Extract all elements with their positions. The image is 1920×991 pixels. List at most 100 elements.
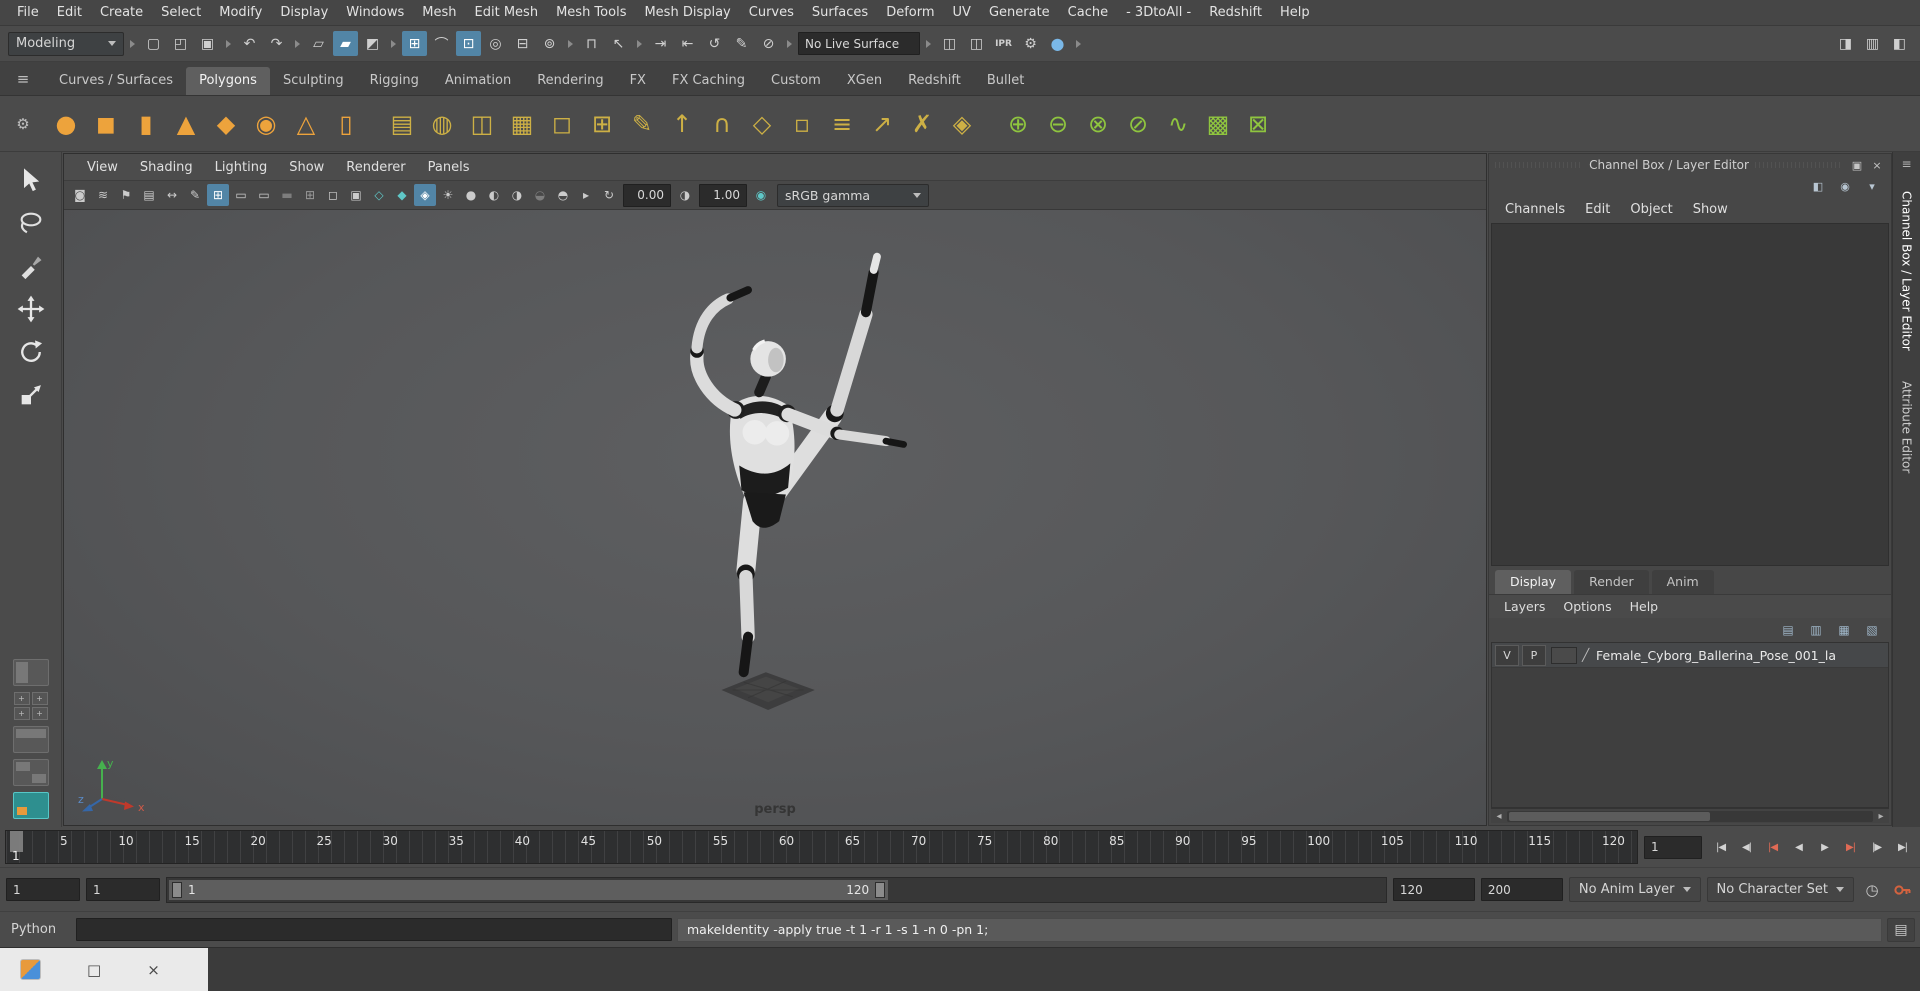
exposure-field[interactable] — [623, 183, 671, 207]
shelf-tab[interactable]: Redshift — [895, 67, 974, 95]
group-separator[interactable] — [784, 30, 795, 58]
insert-edge-loop-icon[interactable]: ≡ — [822, 103, 862, 145]
use-all-lights-icon[interactable]: ☀ — [437, 184, 459, 206]
menu-item[interactable]: - 3DtoAll - — [1117, 2, 1200, 23]
bookmarks-icon[interactable]: ⚑ — [115, 184, 137, 206]
playback-start-field[interactable] — [86, 878, 160, 901]
menu-item[interactable]: Mesh — [413, 2, 465, 23]
play-forwards-button[interactable]: ▶ — [1812, 834, 1837, 860]
shelf-tab[interactable]: Bullet — [974, 67, 1037, 95]
empty-layer-icon[interactable]: ▥ — [1807, 621, 1825, 639]
anim-layer-dropdown[interactable]: No Anim Layer — [1568, 877, 1701, 902]
channel-box-titlebar[interactable]: Channel Box / Layer Editor ▣ × — [1489, 154, 1891, 176]
poly-cylinder-icon[interactable]: ▮ — [126, 103, 166, 145]
menu-item[interactable]: Deform — [877, 2, 943, 23]
input-connections-icon[interactable]: ⇥ — [648, 31, 673, 56]
layout-three-pane-button[interactable] — [12, 726, 49, 753]
toggle-attribute-editor-icon[interactable]: ◧ — [1887, 31, 1912, 56]
new-scene-icon[interactable]: ▢ — [141, 31, 166, 56]
move-selected-to-layer-icon[interactable]: ▤ — [1779, 621, 1797, 639]
xray-icon[interactable]: ◓ — [552, 184, 574, 206]
delete-edge-icon[interactable]: ✗ — [902, 103, 942, 145]
menu-item[interactable]: Windows — [337, 2, 413, 23]
poly-pipe-icon[interactable]: ▯ — [326, 103, 366, 145]
group-separator[interactable] — [292, 30, 303, 58]
render-current-frame-icon[interactable]: ◫ — [937, 31, 962, 56]
exposure-icon[interactable]: ↻ — [598, 184, 620, 206]
channel-box-menu-item[interactable]: Channels — [1495, 200, 1575, 219]
boolean-slice-icon[interactable]: ⊘ — [1118, 103, 1158, 145]
viewport-menu-item[interactable]: Panels — [417, 158, 481, 177]
snap-to-points-icon[interactable]: ⊡ — [456, 31, 481, 56]
resolution-gate-icon[interactable]: ▭ — [253, 184, 275, 206]
extrude-icon[interactable]: ↑ — [662, 103, 702, 145]
window-restore-button[interactable]: □ — [87, 961, 101, 979]
shelf-tab[interactable]: Sculpting — [270, 67, 357, 95]
shelf-tab[interactable]: XGen — [834, 67, 895, 95]
panel-drag-grip[interactable] — [1495, 162, 1584, 168]
separate-icon[interactable]: ◈ — [942, 103, 982, 145]
animation-preferences-icon[interactable]: ◷ — [1860, 878, 1884, 902]
channel-box-menu-item[interactable]: Show — [1683, 200, 1738, 219]
scroll-left-icon[interactable]: ◂ — [1491, 811, 1507, 822]
shelf-tab[interactable]: Rigging — [357, 67, 432, 95]
gate-mask-icon[interactable]: ▬ — [276, 184, 298, 206]
scale-tool-button[interactable] — [9, 373, 53, 416]
image-plane-icon[interactable]: ▤ — [138, 184, 160, 206]
layer-options-icon[interactable]: ▧ — [1863, 621, 1881, 639]
gamma-field[interactable] — [699, 183, 747, 207]
layout-two-pane-button[interactable] — [12, 659, 49, 686]
layer-editor-menu-item[interactable]: Help — [1621, 597, 1668, 616]
layer-editor-menu-item[interactable]: Options — [1554, 597, 1620, 616]
lasso-tool-button[interactable] — [9, 201, 53, 244]
viewport-menu-item[interactable]: View — [76, 158, 129, 177]
shelf-menu-icon[interactable]: ≡ — [0, 62, 46, 95]
gamma-icon[interactable]: ◉ — [750, 184, 772, 206]
poly-pyramid-icon[interactable]: △ — [286, 103, 326, 145]
sidebar-panel-tab[interactable]: Channel Box / Layer Editor — [1899, 183, 1915, 359]
menu-item[interactable]: Curves — [740, 2, 803, 23]
group-separator[interactable] — [634, 30, 645, 58]
boolean-difference-icon[interactable]: ⊖ — [1038, 103, 1078, 145]
taskbar-app-icon[interactable] — [20, 959, 41, 980]
layer-visibility-toggle[interactable]: V — [1495, 644, 1519, 666]
range-slider-handle[interactable]: 1 120 — [169, 879, 889, 900]
sidebar-panel-tab[interactable]: Attribute Editor — [1899, 373, 1915, 481]
wireframe-mode-icon[interactable]: ◇ — [368, 184, 390, 206]
poly-sphere-icon[interactable]: ● — [46, 103, 86, 145]
layout-single-persp-button[interactable] — [12, 792, 49, 819]
menu-item[interactable]: Surfaces — [803, 2, 877, 23]
channel-box-menu-item[interactable]: Edit — [1575, 200, 1620, 219]
grease-pencil-scene-icon[interactable]: ✎ — [729, 31, 754, 56]
grid-toggle-icon[interactable]: ⊞ — [207, 184, 229, 206]
viewport-3d[interactable]: x y z persp — [64, 210, 1486, 825]
menu-item[interactable]: File — [8, 2, 48, 23]
range-end-grip[interactable] — [875, 881, 886, 898]
save-scene-icon[interactable]: ▣ — [195, 31, 220, 56]
circularize-icon[interactable]: ▫ — [782, 103, 822, 145]
menu-item[interactable]: Edit Mesh — [466, 2, 548, 23]
menu-item[interactable]: Create — [91, 2, 152, 23]
isolate-select-icon[interactable]: ▸ — [575, 184, 597, 206]
layout-add-bottom-button[interactable]: + — [13, 707, 30, 720]
sidebar-menu-icon[interactable]: ≡ — [1901, 157, 1911, 171]
viewport-menu-item[interactable]: Renderer — [335, 158, 416, 177]
hypershade-icon[interactable]: ● — [1045, 31, 1070, 56]
poly-plane-icon[interactable]: ◆ — [206, 103, 246, 145]
move-tool-button[interactable] — [9, 287, 53, 330]
boolean-union-icon[interactable]: ⊕ — [998, 103, 1038, 145]
snap-to-grid-icon[interactable]: ⊞ — [402, 31, 427, 56]
construction-history-icon[interactable]: ↺ — [702, 31, 727, 56]
layer-scrollbar-thumb[interactable] — [1509, 811, 1711, 821]
auto-keyframe-toggle-icon[interactable] — [1890, 878, 1914, 902]
grease-pencil-icon[interactable]: ✎ — [184, 184, 206, 206]
quad-draw-icon[interactable]: ▩ — [1198, 103, 1238, 145]
menu-item[interactable]: Display — [271, 2, 337, 23]
window-close-button[interactable]: × — [147, 961, 160, 979]
range-start-grip[interactable] — [172, 881, 182, 898]
menu-item[interactable]: Help — [1271, 2, 1319, 23]
menu-item[interactable]: Mesh Tools — [547, 2, 635, 23]
remesh-icon[interactable]: ⊠ — [1238, 103, 1278, 145]
command-input[interactable] — [76, 918, 672, 941]
film-gate-icon[interactable]: ▭ — [230, 184, 252, 206]
